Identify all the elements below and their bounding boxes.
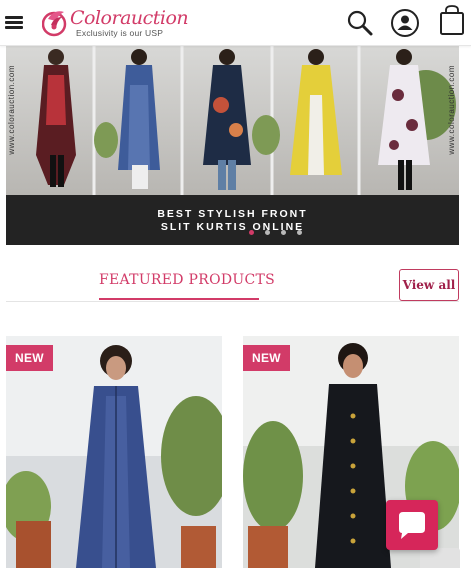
banner-photo [6,45,459,195]
banner-watermark-right: www.colorauction.com [447,65,456,155]
product-card[interactable]: NEW [6,336,222,568]
brand-tagline: Exclusivity is our USP [76,28,164,38]
hamburger-menu-icon[interactable] [5,16,23,30]
account-icon[interactable] [390,8,420,38]
new-badge: NEW [6,345,53,371]
carousel-dot-1[interactable] [249,230,254,235]
section-divider [6,301,459,302]
chat-button[interactable] [386,500,438,550]
scroll-to-top-button[interactable] [420,548,460,568]
banner-caption-line-1: BEST STYLISH FRONT [157,208,308,220]
new-badge: NEW [243,345,290,371]
chat-bubble-icon [399,512,425,539]
carousel-dot-2[interactable] [265,230,270,235]
carousel-dot-4[interactable] [297,230,302,235]
brand-logo[interactable]: Colorauction Exclusivity is our USP [42,6,189,40]
logo-mark-icon [42,11,67,37]
view-all-button[interactable]: View all [399,269,459,301]
banner-caption-line-2: SLIT KURTIS ONLINE [160,221,305,233]
search-icon[interactable] [346,9,374,37]
featured-products-title: FEATURED PRODUCTS [99,272,276,288]
featured-title-underline [99,298,259,300]
top-header: Colorauction Exclusivity is our USP [0,0,471,46]
carousel-dot-3[interactable] [281,230,286,235]
hero-banner[interactable]: www.colorauction.com www.colorauction.co… [6,45,459,245]
shopping-bag-icon[interactable] [439,4,465,36]
brand-name: Colorauction [70,7,189,29]
banner-watermark-left: www.colorauction.com [7,65,16,155]
